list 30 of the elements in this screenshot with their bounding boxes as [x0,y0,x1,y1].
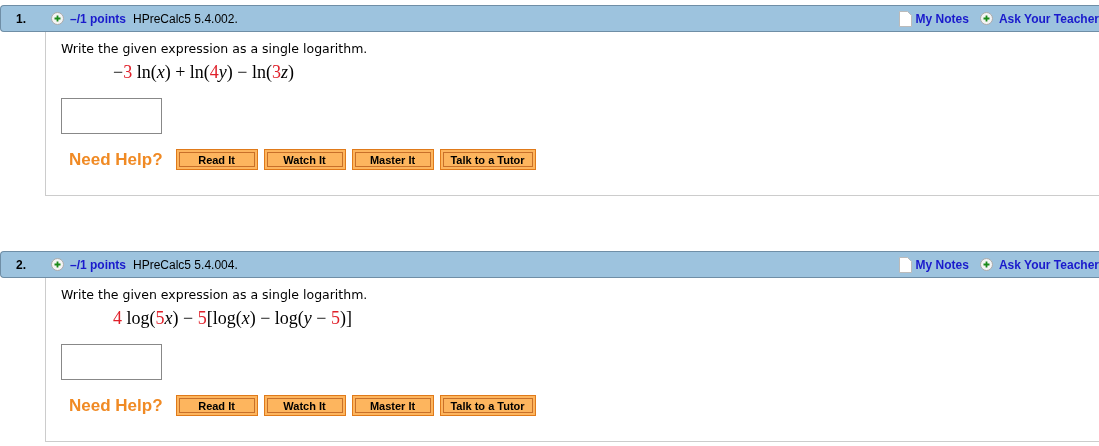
answer-field[interactable] [61,98,162,134]
help-button[interactable]: Master It [351,149,434,170]
points-link[interactable]: –/1 points [70,11,126,26]
need-help-label: Need Help? [69,395,163,416]
help-button[interactable]: Watch It [263,395,346,416]
question-number: 2. [15,257,27,272]
answer-field[interactable] [61,344,162,380]
ask-teacher-link[interactable]: Ask Your Teacher [998,257,1099,272]
question-number: 1. [15,11,27,26]
help-button[interactable]: Watch It [263,149,346,170]
my-notes-link[interactable]: My Notes [915,257,969,272]
ask-teacher-link[interactable]: Ask Your Teacher [998,11,1099,26]
math-expression: 4 log(5x) − 5[log(x) − log(y − 5)] [113,308,353,329]
help-button[interactable]: Read It [175,149,258,170]
help-button[interactable]: Read It [175,395,258,416]
my-notes-link[interactable]: My Notes [915,11,969,26]
math-expression: −3 ln(x) + ln(4y) − ln(3z) [113,62,295,83]
plus-icon[interactable] [51,258,64,271]
need-help-label: Need Help? [69,149,163,170]
help-button[interactable]: Talk to a Tutor [439,395,536,416]
plus-icon[interactable] [51,12,64,25]
question-source: HPreCalc5 5.4.002. [133,11,238,26]
points-link[interactable]: –/1 points [70,257,126,272]
help-button[interactable]: Master It [351,395,434,416]
plus-icon[interactable] [979,12,993,25]
question-source: HPreCalc5 5.4.004. [133,257,238,272]
help-button[interactable]: Talk to a Tutor [439,149,536,170]
question-prompt: Write the given expression as a single logarithm. [61,287,369,302]
plus-icon[interactable] [979,258,993,271]
question-prompt: Write the given expression as a single logarithm. [61,41,369,56]
